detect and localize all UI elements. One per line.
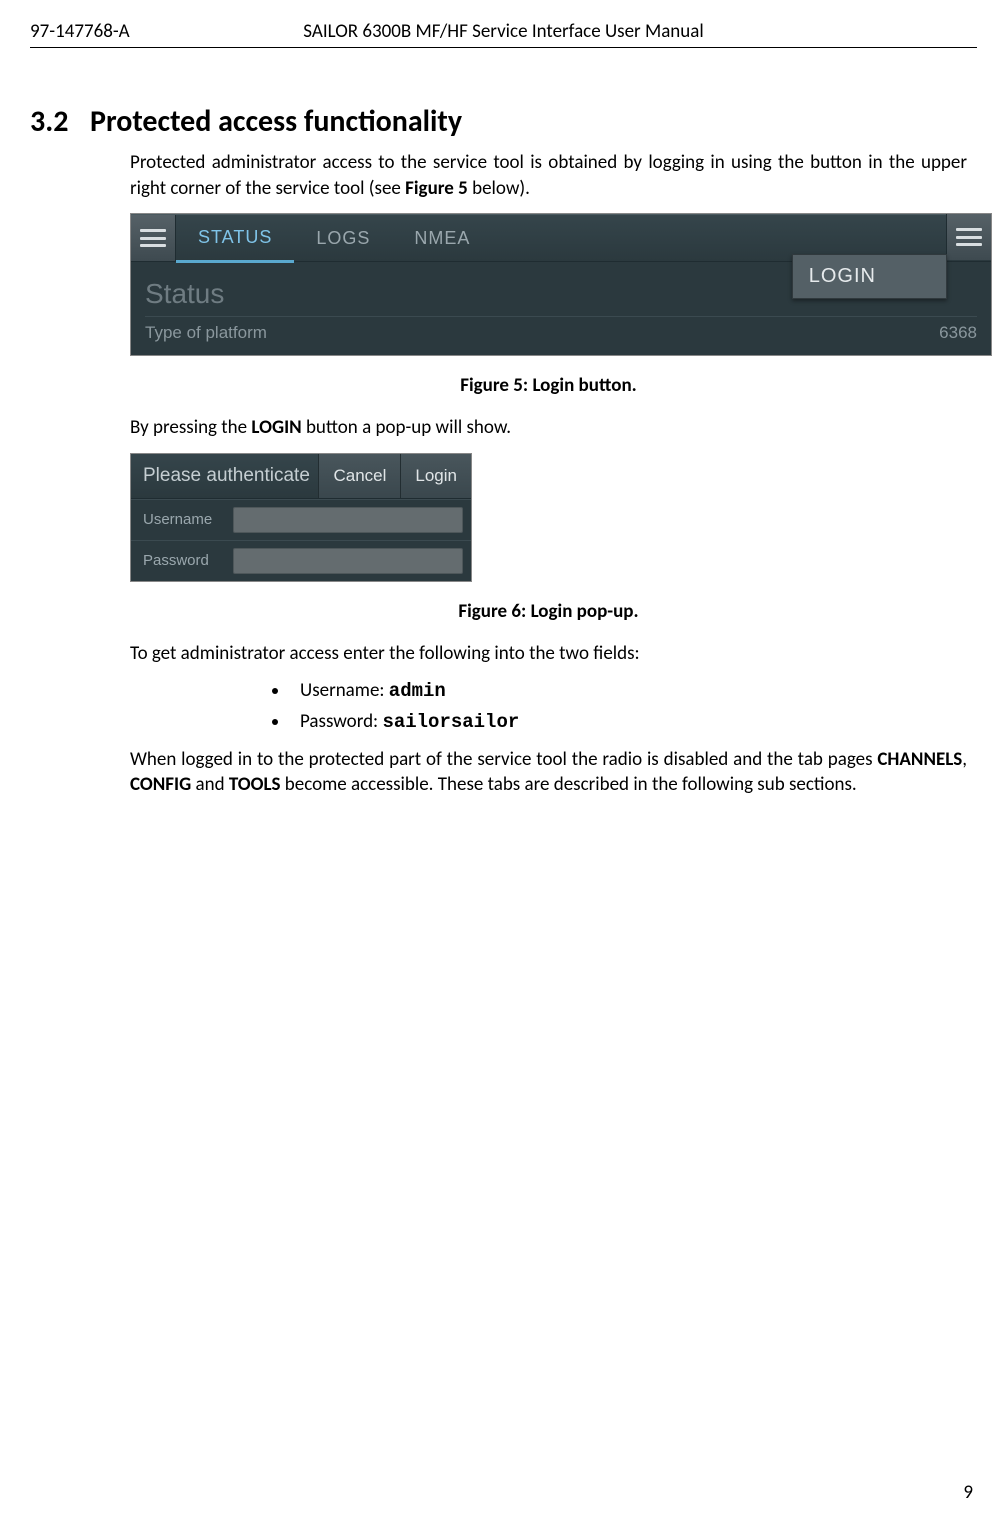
dialog-title: Please authenticate (131, 465, 318, 487)
after-fig5-paragraph: By pressing the LOGIN button a pop-up wi… (130, 415, 967, 441)
password-field[interactable] (233, 548, 463, 574)
figure-ref: Figure 5 (405, 177, 468, 200)
closing-paragraph: When logged in to the protected part of … (130, 747, 967, 798)
figure-5-caption: Figure 5: Login button. (130, 374, 967, 397)
tab-status[interactable]: STATUS (176, 214, 294, 263)
section-title: Protected access functionality (90, 103, 462, 140)
menu-icon[interactable] (946, 214, 991, 260)
doc-title: SAILOR 6300B MF/HF Service Interface Use… (303, 20, 703, 43)
password-label: Password (131, 552, 233, 569)
list-item: Username: admin (290, 679, 967, 702)
list-item: Password: sailorsailor (290, 710, 967, 733)
credentials-list: Username: admin Password: sailorsailor (130, 679, 967, 733)
login-button[interactable]: LOGIN (792, 254, 947, 299)
after-fig6-intro: To get administrator access enter the fo… (130, 641, 967, 667)
status-row-label: Type of platform (145, 323, 267, 343)
password-value: sailorsailor (382, 711, 519, 733)
intro-paragraph: Protected administrator access to the se… (130, 150, 967, 201)
figure-6-caption: Figure 6: Login pop-up. (130, 600, 967, 623)
status-row-value: 6368 (939, 323, 977, 343)
figure-5-screenshot: STATUS LOGS NMEA LOGIN Status Type of pl… (130, 213, 992, 356)
login-submit-button[interactable]: Login (400, 454, 471, 498)
username-field[interactable] (233, 507, 463, 533)
tab-nmea[interactable]: NMEA (392, 215, 492, 261)
username-label: Username (131, 511, 233, 528)
section-heading: 3.2Protected access functionality (30, 103, 967, 140)
cancel-button[interactable]: Cancel (318, 454, 400, 498)
username-value: admin (389, 680, 446, 702)
page-header: SAILOR 6300B MF/HF Service Interface Use… (30, 20, 977, 48)
section-number: 3.2 (30, 103, 90, 140)
tab-logs[interactable]: LOGS (294, 215, 392, 261)
page-number: 9 (963, 1481, 973, 1504)
figure-6-screenshot: Please authenticate Cancel Login Usernam… (130, 453, 472, 582)
hamburger-icon[interactable] (131, 215, 176, 261)
